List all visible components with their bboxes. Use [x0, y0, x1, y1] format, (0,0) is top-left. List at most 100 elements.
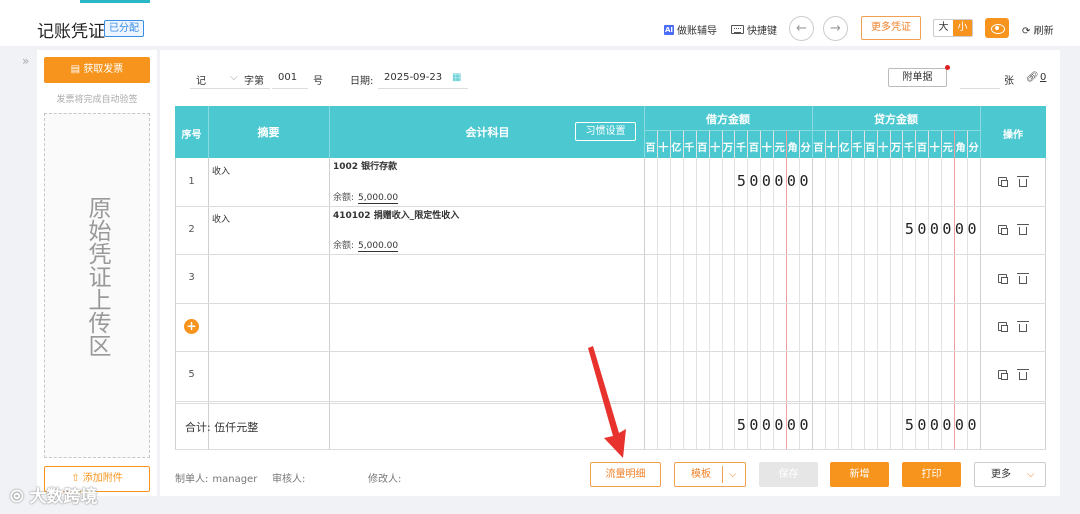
row-2-account[interactable]: 410102 捐赠收入_限定性收入	[333, 208, 459, 221]
row-1-debit-amount[interactable]: 500000	[644, 172, 812, 190]
row-1-summary[interactable]: 收入	[212, 164, 230, 177]
trash-icon[interactable]	[1017, 176, 1029, 187]
assist-button[interactable]: AI 做账辅导	[664, 22, 717, 37]
row-3-seq: 3	[188, 272, 195, 283]
reviewer-label: 审核人:	[272, 474, 306, 485]
copy-icon[interactable]	[998, 177, 1008, 187]
header-border	[208, 106, 209, 158]
credit-digit-unit: 元	[942, 143, 953, 154]
total-debit-amount: 500000	[736, 416, 812, 434]
template-button[interactable]: 模板 ⌵	[674, 462, 746, 487]
font-size-toggle[interactable]: 大 小	[933, 19, 973, 37]
debit-digit-unit: 百	[748, 143, 759, 154]
column-border	[644, 158, 645, 450]
maker-info: 制单人: manager	[175, 474, 258, 485]
habit-settings-button[interactable]: 习惯设置	[575, 122, 636, 141]
header-summary: 摘要	[257, 126, 280, 139]
watermark-logo: ⦾ 大数跨境	[10, 482, 98, 507]
attachment-unit: 张	[1004, 76, 1014, 87]
flow-detail-button[interactable]: 流量明细	[590, 462, 661, 487]
next-voucher-button[interactable]: →	[823, 16, 848, 41]
annotation-arrow	[588, 346, 626, 458]
original-voucher-upload-zone[interactable]: 原始凭证上传区	[44, 113, 150, 458]
prev-voucher-button[interactable]: ←	[789, 16, 814, 41]
header-border	[980, 106, 981, 158]
copy-icon[interactable]	[998, 322, 1008, 332]
watermark-icon: ⦾	[10, 487, 30, 507]
attachment-count-underline	[960, 88, 1000, 89]
header-debit: 借方金额	[706, 113, 750, 126]
size-large-option[interactable]: 大	[934, 20, 953, 36]
row-2-credit-amount[interactable]: 500000	[812, 220, 980, 238]
status-badge: 已分配	[104, 20, 144, 37]
get-invoice-button[interactable]: ▤ 获取发票	[44, 57, 150, 83]
attachment-voucher-button[interactable]: 附单据	[888, 68, 947, 87]
shortcut-button[interactable]: 快捷键	[731, 22, 777, 37]
row-1-balance: 余额: 5,000.00	[333, 193, 399, 204]
date-input[interactable]: 2025-09-23	[384, 72, 442, 83]
trash-icon[interactable]	[1017, 321, 1029, 332]
size-small-option[interactable]: 小	[953, 20, 972, 36]
link-icon[interactable]: 🔗︎	[1026, 72, 1039, 83]
debit-digit-unit: 十	[710, 143, 721, 154]
voucher-number-input[interactable]: 001	[278, 72, 297, 83]
credit-digit-unit: 十	[826, 143, 837, 154]
copy-icon[interactable]	[998, 225, 1008, 235]
new-button[interactable]: 新增	[830, 462, 889, 487]
voucher-type-select[interactable]: 记	[196, 72, 206, 87]
column-border	[208, 158, 209, 450]
eye-icon[interactable]	[985, 18, 1009, 38]
more-button[interactable]: 更多 ⌵	[974, 462, 1046, 487]
header-account: 会计科目	[465, 126, 510, 139]
copy-icon[interactable]	[998, 370, 1008, 380]
add-row-button[interactable]: +	[184, 319, 199, 334]
link-count[interactable]: 0	[1040, 72, 1046, 83]
notification-dot	[945, 65, 950, 70]
row-5-seq: 5	[188, 369, 195, 380]
ai-icon: AI	[664, 24, 674, 35]
row-divider	[175, 206, 1046, 207]
debit-digit-unit: 万	[723, 143, 734, 154]
print-button[interactable]: 打印	[902, 462, 961, 487]
column-border	[175, 158, 176, 450]
date-underline	[378, 88, 468, 89]
column-border	[329, 158, 330, 450]
active-tab-indicator	[80, 0, 150, 3]
debit-digit-unit: 十	[761, 143, 772, 154]
refresh-label: 刷新	[1033, 26, 1054, 37]
collapse-panel-icon[interactable]: »	[22, 54, 29, 68]
date-label: 日期:	[350, 76, 374, 87]
template-divider	[722, 466, 723, 483]
chevron-down-icon[interactable]: ⌵	[729, 463, 737, 486]
credit-digit-unit: 分	[968, 143, 979, 154]
column-border	[980, 158, 981, 450]
assist-label: 做账辅导	[677, 26, 717, 37]
refresh-button[interactable]: ⟳ 刷新	[1022, 22, 1054, 37]
number-suffix: 号	[313, 76, 323, 87]
word-label: 字第	[244, 76, 264, 87]
invoice-icon: ▤	[70, 64, 84, 75]
row-2-summary[interactable]: 收入	[212, 212, 230, 225]
debit-digit-unit: 十	[658, 143, 669, 154]
refresh-icon: ⟳	[1022, 26, 1031, 37]
debit-digit-unit: 千	[735, 143, 746, 154]
modifier-label: 修改人:	[368, 474, 402, 485]
debit-digit-unit: 亿	[671, 143, 682, 154]
save-button[interactable]: 保存	[759, 462, 818, 487]
trash-icon[interactable]	[1017, 224, 1029, 235]
header-action: 操作	[1003, 130, 1023, 141]
copy-icon[interactable]	[998, 274, 1008, 284]
trash-icon[interactable]	[1017, 273, 1029, 284]
invoice-hint: 发票将完成自动验签	[56, 95, 138, 105]
credit-digit-unit: 亿	[839, 143, 850, 154]
calendar-icon[interactable]: ▦	[452, 72, 461, 83]
row-1-account[interactable]: 1002 银行存款	[333, 159, 397, 172]
total-label: 合计: 伍仟元整	[185, 421, 259, 434]
trash-icon[interactable]	[1017, 369, 1029, 380]
keyboard-icon	[731, 25, 744, 34]
column-border	[812, 158, 813, 450]
row-2-balance: 余额: 5,000.00	[333, 241, 399, 252]
more-voucher-button[interactable]: 更多凭证	[861, 16, 921, 40]
chevron-down-icon[interactable]: ⌵	[230, 72, 238, 83]
voucher-type-value: 记	[196, 76, 206, 87]
